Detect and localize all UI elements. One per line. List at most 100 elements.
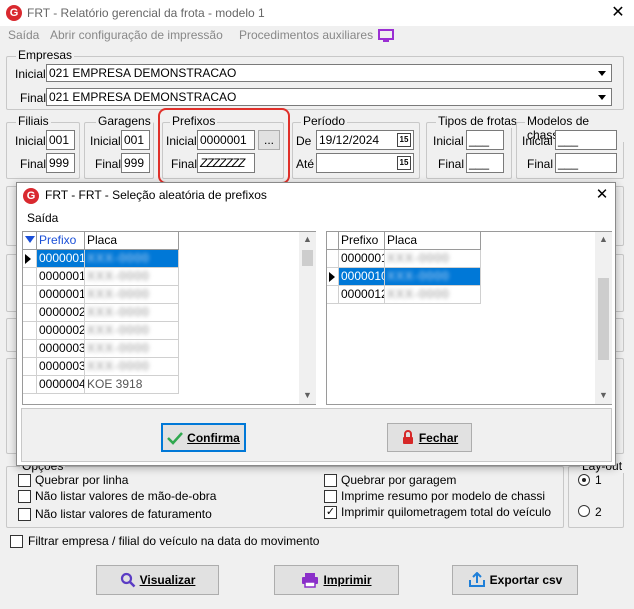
grid-cell-placa[interactable]: XXX-0000 <box>85 286 179 304</box>
filial-inicial-label: Inicial <box>15 134 46 148</box>
grid-indicator-header <box>327 232 339 250</box>
modelos-final-label: Final <box>527 157 554 171</box>
garagem-inicial-label: Inicial <box>90 134 121 148</box>
layout-1-label: 1 <box>595 473 602 487</box>
scroll-up-icon[interactable]: ▲ <box>595 234 612 244</box>
grid-header-placa[interactable]: Placa <box>85 232 179 250</box>
filtrar-empresa-checkbox[interactable] <box>10 535 23 548</box>
dialog-close-icon[interactable]: ✕ <box>591 185 613 205</box>
quebrar-garagem-checkbox[interactable] <box>324 474 337 487</box>
layout-2-label: 2 <box>595 505 602 519</box>
confirma-button[interactable]: Confirma <box>161 423 246 452</box>
imprimir-label: Imprimir <box>323 573 372 587</box>
grid-cell-placa[interactable]: XXX-0000 <box>85 358 179 376</box>
resumo-modelo-chassi-label: Imprime resumo por modelo de chassi <box>341 489 546 503</box>
nao-listar-mao-obra-label: Não listar valores de mão-de-obra <box>35 489 217 503</box>
empresa-inicial-label: Inicial <box>15 67 46 81</box>
imprimir-button[interactable]: Imprimir <box>274 565 399 595</box>
chevron-down-icon[interactable] <box>595 90 610 104</box>
modelos-final-input[interactable]: ___ <box>555 153 617 173</box>
tipos-final-input[interactable]: ___ <box>466 153 504 173</box>
filial-final-input[interactable]: 999 <box>46 153 75 173</box>
grid-header-placa[interactable]: Placa <box>385 232 481 250</box>
grid-cell-placa[interactable]: XXX-0000 <box>85 268 179 286</box>
prefixo-final-input[interactable]: ZZZZZZZ <box>197 153 255 173</box>
grid-cell-prefixo[interactable]: 0000001 <box>339 250 385 268</box>
menu-abrir-configuracao[interactable]: Abrir configuração de impressão <box>50 28 223 42</box>
scroll-down-icon[interactable]: ▼ <box>299 390 316 400</box>
grid-cell-prefixo[interactable]: 0000002 <box>37 304 85 322</box>
selected-prefixes-grid[interactable]: Prefixo Placa 0000001 XXX-0000 0000010 XXX-… <box>326 231 612 405</box>
grid-cell-prefixo[interactable]: 0000010 <box>339 268 385 286</box>
visualizar-button[interactable]: Visualizar <box>96 565 219 595</box>
prefixo-inicial-input[interactable]: 0000001 <box>197 130 255 150</box>
grid-cell-prefixo[interactable]: 0000004 <box>37 376 85 394</box>
calendar-icon[interactable]: 15 <box>397 156 411 170</box>
empresa-inicial-combo[interactable]: 021 EMPRESA DEMONSTRACAO <box>46 64 612 82</box>
grid-cell-placa[interactable]: KOE 3918 <box>85 376 179 394</box>
menu-bar: Saída Abrir configuração de impressão Pr… <box>0 26 634 46</box>
garagem-inicial-input[interactable]: 001 <box>121 130 150 150</box>
filial-final-label: Final <box>20 157 47 171</box>
quilometragem-total-checkbox[interactable]: ✓ <box>324 506 337 519</box>
scroll-thumb[interactable] <box>302 250 313 266</box>
window-close-icon[interactable]: ✕ <box>606 3 630 23</box>
grid-cell-prefixo[interactable]: 0000001 <box>37 268 85 286</box>
tipos-inicial-label: Inicial <box>433 134 464 148</box>
menu-procedimentos-auxiliares[interactable]: Procedimentos auxiliares <box>239 28 373 42</box>
tipos-inicial-input[interactable]: ___ <box>466 130 504 150</box>
grid-cell-prefixo[interactable]: 0000012 <box>339 286 385 304</box>
scroll-down-icon[interactable]: ▼ <box>595 390 612 400</box>
garagem-final-input[interactable]: 999 <box>121 153 150 173</box>
chevron-down-icon[interactable] <box>595 66 610 80</box>
filial-inicial-input[interactable]: 001 <box>46 130 75 150</box>
grid-cell-prefixo[interactable]: 0000001 <box>37 286 85 304</box>
grid-cell-placa[interactable]: XXX-0000 <box>85 322 179 340</box>
tipos-frotas-legend: Tipos de frotas <box>436 114 519 128</box>
grid-cell-prefixo[interactable]: 0000003 <box>37 358 85 376</box>
grid-indicator-header <box>23 232 37 250</box>
fechar-button[interactable]: Fechar <box>387 423 472 452</box>
grid-cell-placa[interactable]: XXX-0000 <box>385 250 481 268</box>
row-indicator <box>23 376 37 394</box>
grid-header-prefixo[interactable]: Prefixo <box>37 232 85 250</box>
tipos-final-label: Final <box>438 157 465 171</box>
scroll-up-icon[interactable]: ▲ <box>299 234 316 244</box>
monitor-icon[interactable] <box>378 29 394 42</box>
left-grid-scrollbar[interactable]: ▲ ▼ <box>299 232 316 404</box>
quebrar-linha-checkbox[interactable] <box>18 474 31 487</box>
resumo-modelo-chassi-checkbox[interactable] <box>324 490 337 503</box>
periodo-de-input[interactable]: 19/12/2024 15 <box>316 130 414 150</box>
grid-cell-placa[interactable]: XXX-0000 <box>385 286 481 304</box>
grid-cell-prefixo[interactable]: 0000001 <box>37 250 85 268</box>
exportar-csv-label: Exportar csv <box>489 573 563 587</box>
menu-saida[interactable]: Saída <box>8 28 39 42</box>
dialog-menu-saida[interactable]: Saída <box>27 211 58 225</box>
row-indicator <box>23 250 37 268</box>
exportar-csv-button[interactable]: Exportar csv <box>452 565 578 595</box>
grid-cell-placa[interactable]: XXX-0000 <box>85 340 179 358</box>
nao-listar-faturamento-checkbox[interactable] <box>18 508 31 521</box>
scroll-thumb[interactable] <box>598 278 609 360</box>
grid-cell-placa[interactable]: XXX-0000 <box>85 250 179 268</box>
right-grid-scrollbar[interactable]: ▲ ▼ <box>595 232 612 404</box>
grid-cell-prefixo[interactable]: 0000003 <box>37 340 85 358</box>
modelos-inicial-input[interactable]: ___ <box>555 130 617 150</box>
visualizar-label: Visualizar <box>139 573 196 587</box>
row-indicator <box>23 268 37 286</box>
nao-listar-mao-obra-checkbox[interactable] <box>18 490 31 503</box>
grid-cell-placa[interactable]: XXX-0000 <box>85 304 179 322</box>
layout-1-radio[interactable] <box>578 474 590 486</box>
available-prefixes-grid[interactable]: Prefixo Placa 0000001 XXX-0000 0000001 XXX-… <box>22 231 316 405</box>
periodo-ate-input[interactable]: / / 15 <box>316 153 414 173</box>
calendar-icon[interactable]: 15 <box>397 133 411 147</box>
placa-value: KOE 3918 <box>87 377 143 391</box>
grid-header-prefixo[interactable]: Prefixo <box>339 232 385 250</box>
empresa-final-combo[interactable]: 021 EMPRESA DEMONSTRACAO <box>46 88 612 106</box>
dialog-title: FRT - FRT - Seleção aleatória de prefixo… <box>45 188 267 202</box>
grid-cell-prefixo[interactable]: 0000002 <box>37 322 85 340</box>
prefixo-lookup-button[interactable]: ... <box>258 130 280 150</box>
grid-cell-placa[interactable]: XXX-0000 <box>385 268 481 286</box>
lock-icon <box>402 430 413 444</box>
layout-2-radio[interactable] <box>578 505 590 517</box>
